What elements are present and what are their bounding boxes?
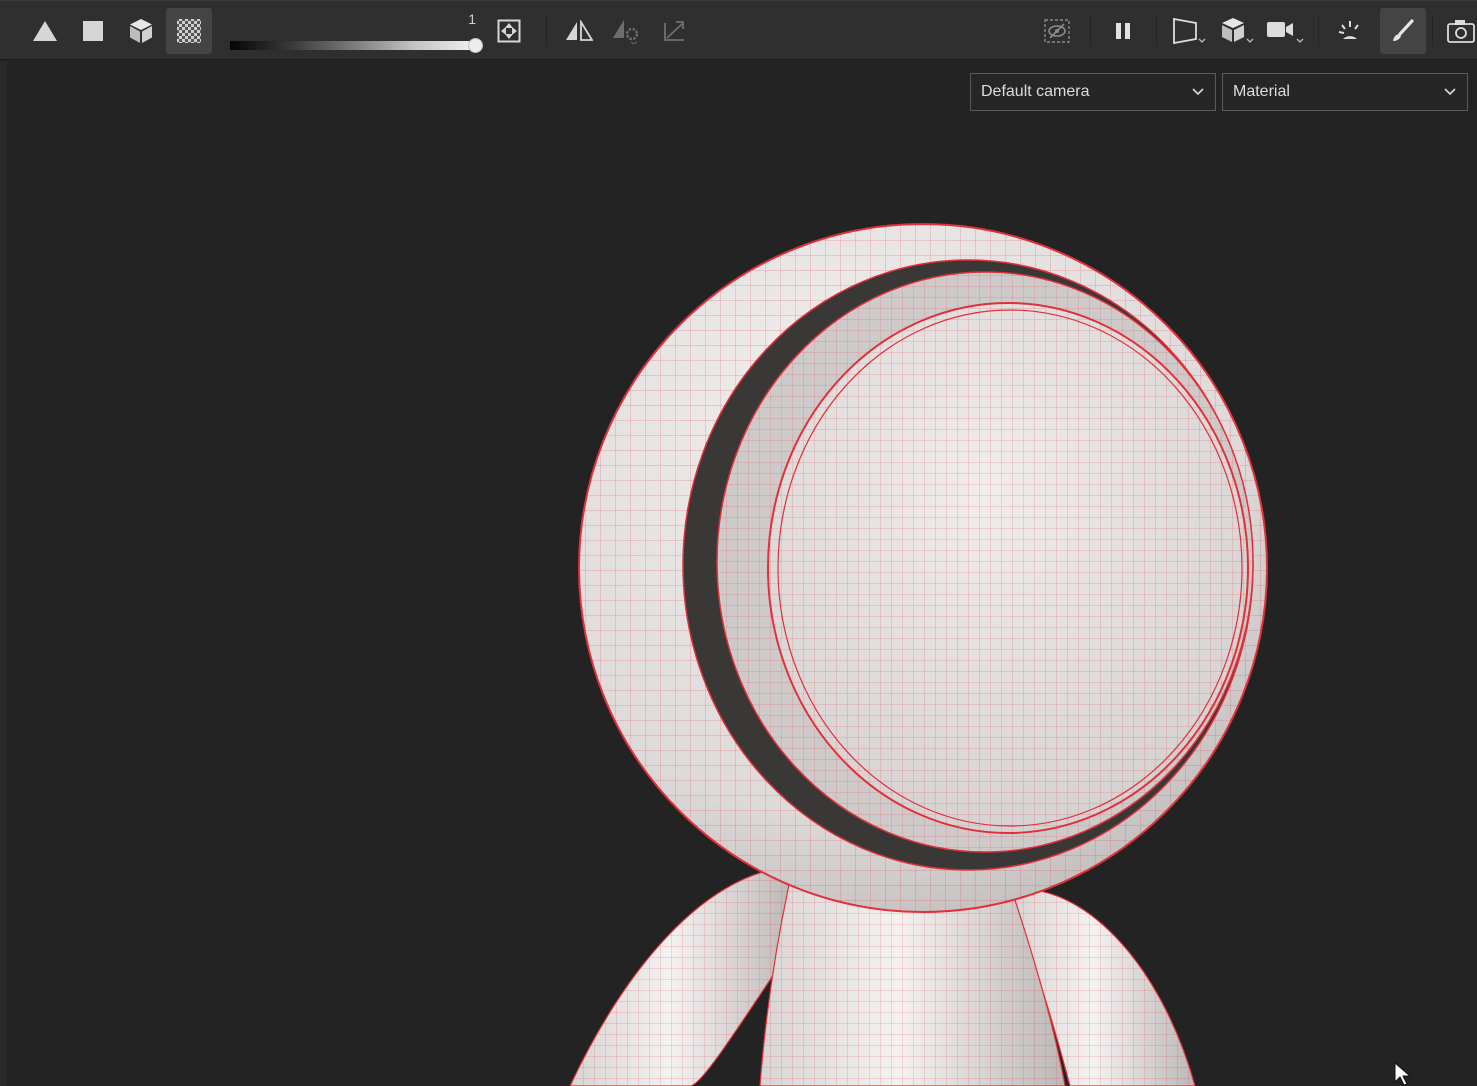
render-mode-select[interactable]: Material [1222,73,1468,111]
camera-select-value: Default camera [981,83,1090,100]
left-arm-grid [570,870,795,1086]
camera-select[interactable]: Default camera [970,73,1216,111]
mesh-model[interactable] [0,0,1477,1086]
render-mode-select-value: Material [1233,83,1290,100]
visor-face-grid [768,303,1248,833]
chevron-down-icon [1444,88,1456,96]
mouse-cursor-icon [1394,1062,1412,1086]
chevron-down-icon [1192,88,1204,96]
